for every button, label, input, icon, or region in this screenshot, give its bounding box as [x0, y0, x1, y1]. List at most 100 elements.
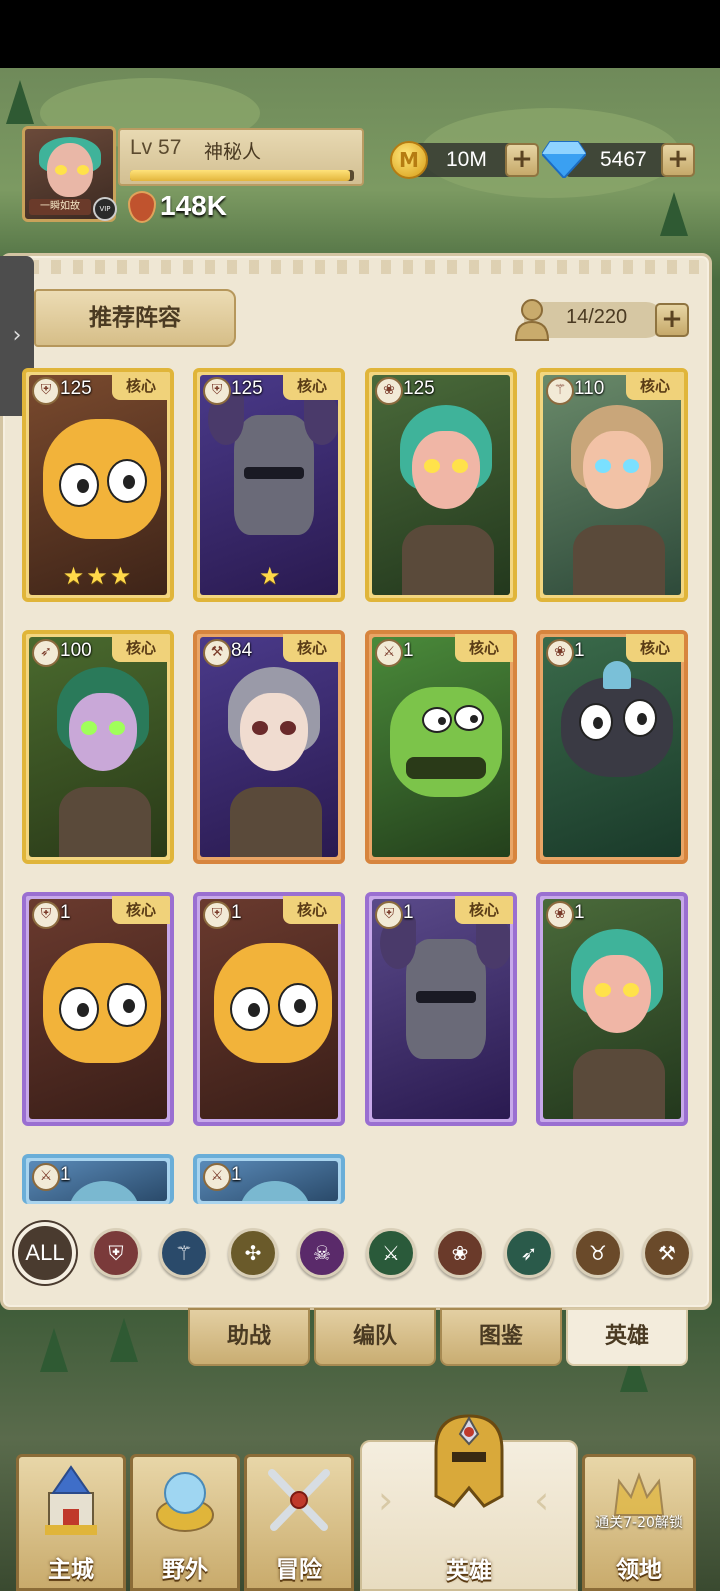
- nav-left-arrow-icon: ›: [378, 1478, 394, 1522]
- hero-card[interactable]: ➶ 100 核心: [22, 630, 174, 864]
- player-level: Lv 57: [130, 136, 182, 159]
- filter-horns-icon[interactable]: ♉: [573, 1228, 623, 1278]
- tab-codex[interactable]: 图鉴: [440, 1308, 562, 1366]
- hero-armor: [59, 787, 151, 857]
- hero-portrait: [543, 899, 681, 1119]
- filter-all-button[interactable]: ALL: [14, 1222, 76, 1284]
- hero-face: [583, 955, 651, 1033]
- hero-portrait: [372, 375, 510, 595]
- filter-holy-icon[interactable]: ✣: [228, 1228, 278, 1278]
- xp-bar-fill: [130, 170, 350, 181]
- hero-eye: [107, 983, 147, 1027]
- core-tag: 核心: [455, 896, 513, 924]
- nav-adventure[interactable]: 冒险: [244, 1454, 354, 1591]
- hero-card[interactable]: ⚔ 1 核心: [365, 630, 517, 864]
- hero-level: 1: [231, 1164, 242, 1185]
- hero-card[interactable]: ⚚ 110 核心: [536, 368, 688, 602]
- hero-eye: [595, 983, 611, 997]
- hero-level: 1: [403, 902, 414, 923]
- hero-card[interactable]: ⛨ 1 核心: [22, 892, 174, 1126]
- expand-hero-slots-button[interactable]: +: [655, 303, 689, 337]
- hero-card[interactable]: ⚔ 1: [22, 1154, 174, 1204]
- hero-card[interactable]: ⚔ 1: [193, 1154, 345, 1204]
- core-tag: 核心: [283, 896, 341, 924]
- avatar-name: 一瞬如故: [29, 199, 91, 215]
- hero-eye: [595, 459, 611, 473]
- hero-eye: [422, 707, 452, 733]
- hero-portrait: [200, 637, 338, 857]
- hero-visor: [416, 991, 476, 1003]
- core-tag: 核心: [626, 634, 684, 662]
- filter-staff-icon[interactable]: ⚚: [159, 1228, 209, 1278]
- hero-card[interactable]: ❀ 1: [536, 892, 688, 1126]
- recommended-lineup-button[interactable]: 推荐阵容: [34, 289, 236, 347]
- hero-level: 110: [574, 378, 605, 399]
- person-icon: [514, 299, 550, 341]
- hero-card[interactable]: ❀ 1 核心: [536, 630, 688, 864]
- shield-class-icon: ⛨: [32, 377, 60, 405]
- hero-face: [583, 431, 651, 509]
- filter-paw-icon[interactable]: ❀: [435, 1228, 485, 1278]
- filter-hammer-icon[interactable]: ⚒: [642, 1228, 692, 1278]
- core-tag: 核心: [112, 634, 170, 662]
- hero-level: 100: [60, 640, 92, 661]
- hero-card[interactable]: ⛨ 125 核心 ★: [193, 368, 345, 602]
- tab-formation[interactable]: 编队: [314, 1308, 436, 1366]
- nav-adventure-label: 冒险: [276, 1557, 322, 1583]
- hero-armor: [230, 787, 322, 857]
- add-gold-button[interactable]: +: [505, 143, 539, 177]
- nav-main-city[interactable]: 主城: [16, 1454, 126, 1591]
- shield-class-icon: ⛨: [203, 901, 231, 929]
- hero-portrait: [200, 899, 338, 1119]
- gem-amount: 5467: [600, 148, 647, 171]
- shield-class-icon: ⛨: [203, 377, 231, 405]
- hero-armor: [573, 525, 665, 595]
- hero-eye: [107, 459, 147, 503]
- hero-stars: ★★★: [62, 562, 134, 590]
- hero-card[interactable]: ⛨ 125 核心 ★★★: [22, 368, 174, 602]
- hero-mouth: [406, 757, 486, 779]
- hero-eye: [424, 459, 440, 473]
- hero-card[interactable]: ⛨ 1 核心: [193, 892, 345, 1126]
- panel-border-decoration: [7, 260, 705, 274]
- hero-face: [69, 693, 137, 771]
- nav-wild[interactable]: 野外: [130, 1454, 240, 1591]
- hero-head: [69, 1181, 139, 1201]
- hero-card[interactable]: ⛨ 1 核心: [365, 892, 517, 1126]
- hero-eye: [59, 987, 99, 1031]
- filter-bow-icon[interactable]: ➶: [504, 1228, 554, 1278]
- tab-support[interactable]: 助战: [188, 1308, 310, 1366]
- staff-class-icon: ⚚: [546, 377, 574, 405]
- hero-level: 1: [60, 902, 71, 923]
- crossed-swords-icon: [268, 1469, 330, 1531]
- hero-card[interactable]: ❀ 125: [365, 368, 517, 602]
- player-name: 神秘人: [204, 141, 262, 163]
- hero-eye: [454, 705, 484, 731]
- add-gems-button[interactable]: +: [661, 143, 695, 177]
- filter-shield-icon[interactable]: ⛨: [91, 1228, 141, 1278]
- tab-heroes[interactable]: 英雄: [566, 1308, 688, 1366]
- tree: [660, 192, 688, 236]
- hero-level: 1: [574, 902, 585, 923]
- hero-eye: [81, 721, 97, 735]
- tree: [110, 1318, 138, 1362]
- gold-amount: 10M: [446, 148, 487, 171]
- hero-eye: [59, 463, 99, 507]
- swords-class-icon: ⚔: [32, 1163, 60, 1191]
- hero-portrait: [372, 899, 510, 1119]
- core-tag: 核心: [283, 372, 341, 400]
- hero-eye: [230, 987, 270, 1031]
- axe-class-icon: ⚒: [203, 639, 231, 667]
- status-bar: [0, 0, 720, 68]
- nav-territory-label: 领地: [616, 1557, 662, 1583]
- hero-eye: [109, 721, 125, 735]
- hero-eye: [623, 459, 639, 473]
- hero-horn: [603, 661, 631, 689]
- hero-eye: [278, 983, 318, 1027]
- player-avatar[interactable]: 一瞬如故 VIP: [22, 126, 117, 222]
- hero-card[interactable]: ⚒ 84 核心: [193, 630, 345, 864]
- bow-class-icon: ➶: [32, 639, 60, 667]
- hero-eye: [623, 699, 657, 737]
- filter-swords-icon[interactable]: ⚔: [366, 1228, 416, 1278]
- filter-skull-icon[interactable]: ☠: [297, 1228, 347, 1278]
